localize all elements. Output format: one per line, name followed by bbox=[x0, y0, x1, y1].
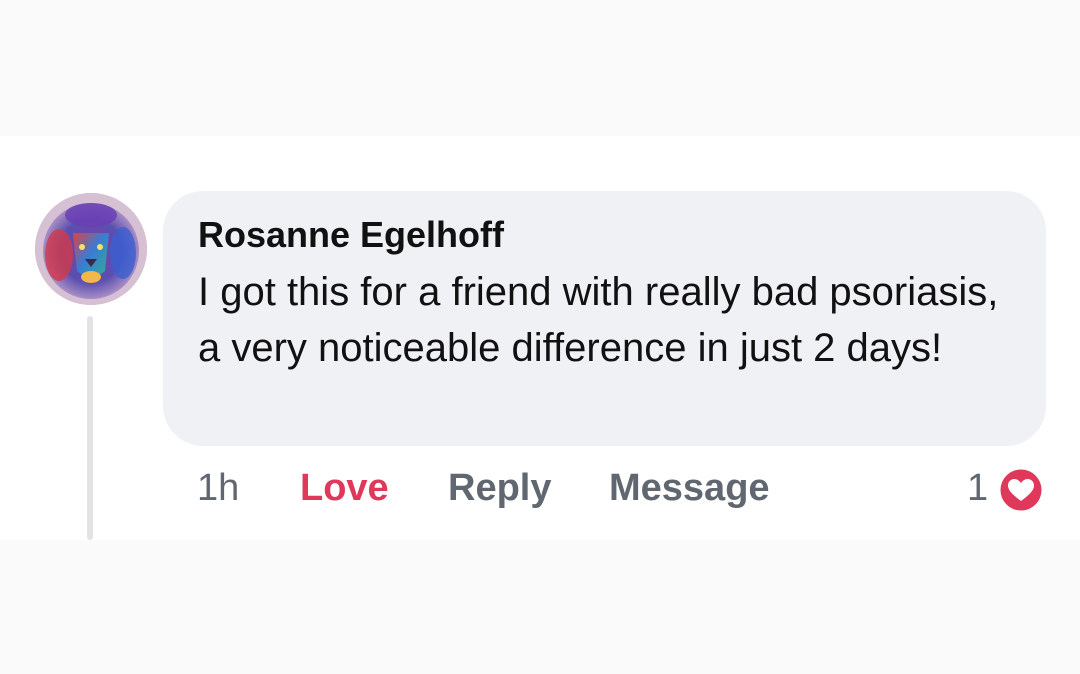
heart-icon[interactable] bbox=[997, 466, 1045, 514]
lion-avatar-icon bbox=[35, 193, 147, 305]
reaction-count[interactable]: 1 bbox=[967, 462, 988, 514]
thread-line bbox=[87, 316, 93, 540]
comment-actions: 1h Love Reply Message 1 bbox=[197, 462, 1057, 514]
comment-text: I got this for a friend with really bad … bbox=[198, 270, 999, 370]
message-button[interactable]: Message bbox=[609, 462, 770, 514]
comment-bubble: Rosanne Egelhoff I got this for a friend… bbox=[163, 191, 1046, 446]
comment-author[interactable]: Rosanne Egelhoff bbox=[198, 209, 1016, 261]
comment-timestamp[interactable]: 1h bbox=[197, 462, 239, 514]
love-button[interactable]: Love bbox=[300, 462, 389, 514]
avatar[interactable] bbox=[35, 193, 147, 305]
reply-button[interactable]: Reply bbox=[448, 462, 551, 514]
